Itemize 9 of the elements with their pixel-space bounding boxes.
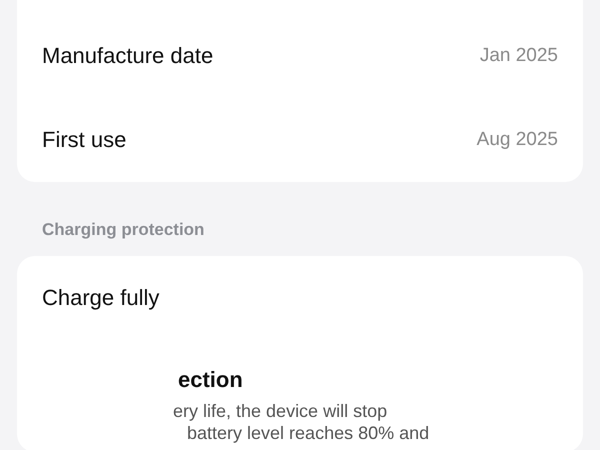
row-label: Charge fully [42,285,160,311]
section-header: Charging protection [42,219,206,241]
description-text: battery level reaches 80% and [187,422,430,444]
description-text: ery life, the device will stop [173,400,388,422]
row-label: ection [178,366,243,394]
row-label: Manufacture date [42,43,214,69]
row-label: First use [42,127,126,153]
row-value: Aug 2025 [476,129,558,151]
row-value: Jan 2025 [480,45,558,67]
